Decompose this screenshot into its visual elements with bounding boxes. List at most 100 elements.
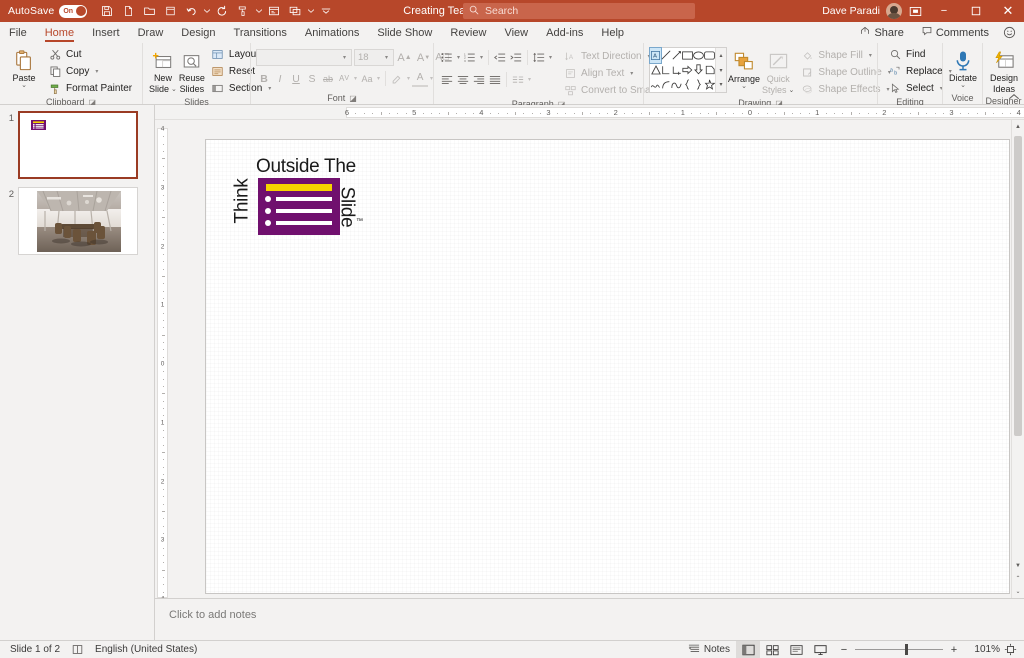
font-dialog-launcher[interactable]: ◪ bbox=[349, 94, 357, 103]
tab-draw[interactable]: Draw bbox=[129, 22, 173, 43]
shape-line-arrow[interactable] bbox=[671, 48, 682, 63]
decrease-indent-icon[interactable] bbox=[492, 49, 508, 66]
slide-canvas[interactable]: Outside The Think Slide ™ bbox=[205, 139, 1010, 594]
avatar[interactable] bbox=[886, 3, 902, 19]
thumbnail-slide-1[interactable]: 1 bbox=[0, 111, 154, 179]
highlight-color-caret[interactable]: ▾ bbox=[405, 75, 412, 82]
vertical-scrollbar[interactable]: ▲ ▼ ⌃ ⌄ bbox=[1011, 120, 1024, 598]
tab-add-ins[interactable]: Add-ins bbox=[537, 22, 592, 43]
dictate-button[interactable]: Dictate ⌄ bbox=[948, 46, 978, 90]
customize-quick-access-toolbar-icon[interactable] bbox=[316, 2, 336, 21]
shape-right-angle[interactable] bbox=[661, 63, 671, 78]
accessibility-icon[interactable] bbox=[66, 641, 89, 658]
shape-fill-caret[interactable]: ▾ bbox=[867, 52, 874, 59]
save-icon[interactable] bbox=[97, 2, 117, 21]
design-ideas-button[interactable]: Design Ideas bbox=[988, 46, 1020, 96]
language-indicator[interactable]: English (United States) bbox=[89, 641, 203, 658]
text-shadow-button[interactable]: S bbox=[304, 70, 320, 87]
shape-line[interactable] bbox=[661, 48, 671, 63]
shape-rectangle[interactable] bbox=[682, 48, 693, 63]
columns-caret[interactable]: ▾ bbox=[526, 76, 533, 83]
paste-button[interactable]: Paste ⌄ bbox=[5, 46, 43, 90]
shape-down-arrow[interactable] bbox=[693, 63, 704, 78]
undo-dropdown-icon[interactable] bbox=[202, 2, 211, 21]
zoom-track[interactable] bbox=[855, 649, 943, 650]
comments-button[interactable]: Comments bbox=[915, 24, 996, 41]
shapes-scroll-down-icon[interactable]: ▾ bbox=[716, 63, 726, 78]
columns-icon[interactable] bbox=[510, 71, 526, 88]
align-right-icon[interactable] bbox=[471, 71, 487, 88]
open-folder-icon[interactable] bbox=[139, 2, 159, 21]
font-size-combobox[interactable]: 18 ▾ bbox=[354, 49, 394, 66]
shape-right-arrow[interactable] bbox=[682, 63, 693, 78]
new-slide-button[interactable]: New Slide ⌄ bbox=[148, 46, 178, 96]
copy-dropdown-icon[interactable]: ▾ bbox=[93, 68, 100, 75]
shapes-gallery-scrollbar[interactable]: ▴ ▾ ▾ bbox=[715, 48, 726, 92]
paste-dropdown-caret[interactable]: ⌄ bbox=[21, 83, 27, 88]
line-spacing-caret[interactable]: ▾ bbox=[547, 54, 554, 61]
tab-transitions[interactable]: Transitions bbox=[225, 22, 296, 43]
shapes-scroll-up-icon[interactable]: ▴ bbox=[716, 48, 726, 63]
slide-show-view-button[interactable] bbox=[808, 641, 832, 658]
autosave-control[interactable]: AutoSave On bbox=[0, 5, 87, 18]
shape-rounded-rectangle[interactable] bbox=[704, 48, 715, 63]
new-file-icon[interactable] bbox=[118, 2, 138, 21]
vertical-ruler[interactable]: 432101234 bbox=[155, 120, 170, 598]
shape-pentagon[interactable] bbox=[704, 63, 715, 78]
quick-styles-caret[interactable]: ⌄ bbox=[789, 88, 795, 93]
copy-button[interactable]: Copy ▾ bbox=[45, 63, 137, 80]
collapse-ribbon-icon[interactable] bbox=[1008, 93, 1020, 103]
tab-review[interactable]: Review bbox=[441, 22, 495, 43]
arrange-button[interactable]: Arrange ⌄ bbox=[727, 47, 761, 91]
shape-connector-elbow[interactable] bbox=[671, 63, 682, 78]
print-preview-icon[interactable] bbox=[160, 2, 180, 21]
italic-button[interactable]: I bbox=[272, 70, 288, 87]
character-spacing-button[interactable]: AV bbox=[336, 70, 352, 87]
thumbnail-frame[interactable] bbox=[18, 111, 138, 179]
align-center-icon[interactable] bbox=[455, 71, 471, 88]
ribbon-display-options-icon[interactable] bbox=[902, 0, 928, 22]
zoom-in-button[interactable]: + bbox=[946, 644, 962, 656]
font-name-combobox[interactable]: ▾ bbox=[256, 49, 352, 66]
redo-icon[interactable] bbox=[212, 2, 232, 21]
increase-indent-icon[interactable] bbox=[508, 49, 524, 66]
scrollbar-thumb[interactable] bbox=[1014, 136, 1022, 436]
slide-sorter-view-button[interactable] bbox=[760, 641, 784, 658]
shape-right-brace[interactable] bbox=[693, 77, 704, 92]
shape-text-box[interactable]: A bbox=[650, 48, 661, 63]
tab-animations[interactable]: Animations bbox=[296, 22, 368, 43]
numbered-list-icon[interactable]: 123 bbox=[462, 49, 478, 66]
shape-scribble[interactable] bbox=[650, 77, 661, 92]
tab-design[interactable]: Design bbox=[172, 22, 224, 43]
shapes-gallery-more-icon[interactable]: ▾ bbox=[716, 77, 726, 92]
shape-curve[interactable] bbox=[671, 77, 682, 92]
new-slide-dropdown-caret[interactable]: ⌄ bbox=[171, 87, 177, 92]
change-case-button[interactable]: Aa bbox=[359, 70, 375, 87]
line-spacing-icon[interactable] bbox=[531, 49, 547, 66]
shapes-gallery[interactable]: A bbox=[649, 47, 727, 93]
dictate-dropdown-caret[interactable]: ⌄ bbox=[960, 83, 966, 88]
share-button[interactable]: Share bbox=[853, 24, 910, 41]
minimize-button[interactable]: − bbox=[928, 0, 960, 22]
close-button[interactable]: ✕ bbox=[992, 0, 1024, 22]
change-case-caret[interactable]: ▾ bbox=[375, 75, 382, 82]
shape-oval[interactable] bbox=[693, 48, 704, 63]
shape-arc[interactable] bbox=[661, 77, 671, 92]
bold-button[interactable]: B bbox=[256, 70, 272, 87]
normal-view-button[interactable] bbox=[736, 641, 760, 658]
zoom-knob[interactable] bbox=[905, 644, 908, 655]
undo-icon[interactable] bbox=[181, 2, 201, 21]
underline-button[interactable]: U bbox=[288, 70, 304, 87]
tab-slide-show[interactable]: Slide Show bbox=[368, 22, 441, 43]
fit-slide-icon[interactable] bbox=[1000, 643, 1020, 656]
tab-insert[interactable]: Insert bbox=[83, 22, 129, 43]
shape-star[interactable] bbox=[704, 77, 715, 92]
reading-view-button[interactable] bbox=[784, 641, 808, 658]
next-slide-icon[interactable]: ⌄ bbox=[1012, 585, 1024, 598]
character-spacing-caret[interactable]: ▾ bbox=[352, 75, 359, 82]
smiley-icon[interactable] bbox=[1000, 24, 1018, 42]
numbered-list-caret[interactable]: ▾ bbox=[478, 54, 485, 61]
justify-icon[interactable] bbox=[487, 71, 503, 88]
scroll-up-icon[interactable]: ▲ bbox=[1012, 120, 1024, 133]
slide-thumbnail-pane[interactable]: 1 2 bbox=[0, 105, 155, 640]
